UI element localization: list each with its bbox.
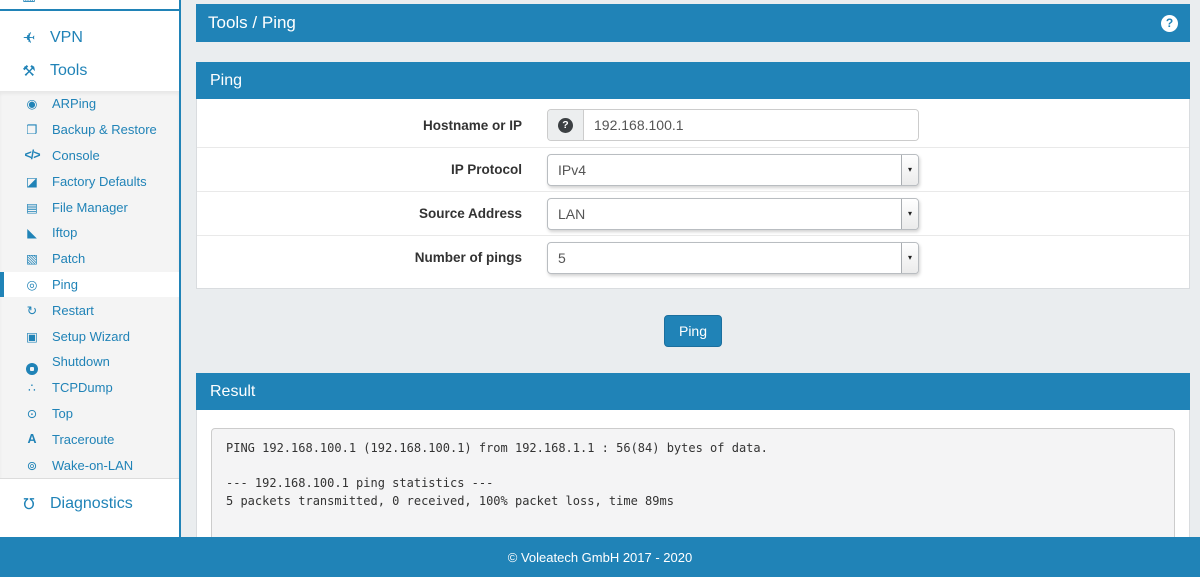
source-address-label: Source Address [197,206,522,221]
sidebar-item-factory-defaults[interactable]: ◪ Factory Defaults [0,168,179,194]
refresh-icon: ↻ [22,303,42,318]
question-circle-icon: ? [558,118,573,133]
sidebar-item-traceroute[interactable]: A Traceroute [0,426,179,452]
form-row-hostname: Hostname or IP ? [197,103,1189,147]
sidebar-item-label: Shutdown [52,354,110,369]
file-icon: ▤ [22,200,42,215]
sidebar-item-label: Restart [52,303,94,318]
dots-cluster-icon: ∴ [22,380,42,395]
copy-icon: ❐ [22,122,42,137]
sidebar-item-label: Diagnostics [50,495,133,513]
sidebar: ▦ Services ✈ VPN ⚒ Tools ◉ ARPing ❐ Back… [0,0,181,537]
ping-panel-header: Ping [196,62,1190,99]
caret-down-icon: ▾ [901,243,918,273]
sidebar-item-patch[interactable]: ▧ Patch [0,246,179,272]
sidebar-item-services[interactable]: ▦ Services [0,0,179,11]
sidebar-item-label: Setup Wizard [52,329,130,344]
sidebar-item-restart[interactable]: ↻ Restart [0,297,179,323]
sidebar-item-tcpdump[interactable]: ∴ TCPDump [0,375,179,401]
hostname-input[interactable] [584,110,918,140]
area-chart-icon: ◣ [22,225,42,240]
bullseye-icon: ◉ [22,96,42,111]
help-addon[interactable]: ? [548,110,584,140]
question-circle-icon[interactable]: ? [1161,15,1178,32]
sidebar-item-iftop[interactable]: ◣ Iftop [0,220,179,246]
app-window: ▦ Services ✈ VPN ⚒ Tools ◉ ARPing ❐ Back… [0,0,1200,537]
select-value: LAN [548,199,901,229]
sidebar-item-label: Backup & Restore [52,122,157,137]
page-header: Tools / Ping ? [196,4,1190,42]
sidebar-item-file-manager[interactable]: ▤ File Manager [0,194,179,220]
sidebar-item-vpn[interactable]: ✈ VPN [0,21,179,54]
plane-icon: ✈ [17,29,41,47]
eraser-icon: ◪ [22,174,42,189]
sidebar-item-label: Console [52,148,100,163]
copyright-text: © Voleatech GmbH 2017 - 2020 [508,550,692,565]
sidebar-item-tools[interactable]: ⚒ Tools [0,54,179,87]
sidebar-item-setup-wizard[interactable]: ▣ Setup Wizard [0,323,179,349]
number-of-pings-label: Number of pings [197,250,522,265]
select-value: 5 [548,243,901,273]
tools-submenu: ◉ ARPing ❐ Backup & Restore </> Console … [0,91,179,479]
sidebar-item-console[interactable]: </> Console [0,143,179,169]
ping-button[interactable]: Ping [664,315,722,347]
sidebar-item-label: Patch [52,251,85,266]
sidebar-item-label: VPN [50,29,83,47]
form-row-source-address: Source Address LAN ▾ [197,191,1189,235]
eye-icon: ⊙ [22,406,42,421]
source-address-select[interactable]: LAN ▾ [547,198,919,230]
panel-title: Ping [210,72,242,90]
code-icon: </> [22,148,42,162]
form-actions: Ping [196,289,1190,373]
ping-panel: Ping Hostname or IP ? IP Pro [196,62,1190,289]
sidebar-item-label: Tools [50,62,87,80]
sidebar-item-wake-on-lan[interactable]: ⊚ Wake-on-LAN [0,452,179,478]
sidebar-item-label: Factory Defaults [52,174,147,189]
sidebar-item-top[interactable]: ⊙ Top [0,401,179,427]
sidebar-item-label: Ping [52,277,78,292]
ip-protocol-select[interactable]: IPv4 ▾ [547,154,919,186]
hostname-label: Hostname or IP [197,118,522,133]
sidebar-item-label: File Manager [52,200,128,215]
stethoscope-icon: ℧ [17,495,41,513]
sidebar-item-diagnostics[interactable]: ℧ Diagnostics [0,488,179,521]
sidebar-item-shutdown[interactable]: Shutdown [0,349,179,375]
footer: © Voleatech GmbH 2017 - 2020 [0,537,1200,577]
main-content: Tools / Ping ? Ping Hostname or IP ? [181,0,1200,537]
result-body: PING 192.168.100.1 (192.168.100.1) from … [196,410,1190,537]
sidebar-item-backup-restore[interactable]: ❐ Backup & Restore [0,117,179,143]
sidebar-item-label: Top [52,406,73,421]
ping-output: PING 192.168.100.1 (192.168.100.1) from … [211,428,1175,537]
select-value: IPv4 [548,155,901,185]
sidebar-item-label: Services [50,0,111,4]
sidebar-item-ping[interactable]: ◎ Ping [0,272,179,298]
sidebar-item-label: Iftop [52,225,77,240]
grid-icon: ▦ [17,0,41,4]
sidebar-item-label: TCPDump [52,380,113,395]
route-icon: A [22,432,42,446]
result-panel-header: Result [196,373,1190,410]
form-row-ip-protocol: IP Protocol IPv4 ▾ [197,147,1189,191]
page-title: Tools / Ping [208,13,296,33]
caret-down-icon: ▾ [901,199,918,229]
sidebar-spacer [0,11,179,21]
sidebar-item-label: ARPing [52,96,96,111]
result-panel: Result PING 192.168.100.1 (192.168.100.1… [196,373,1190,537]
file-code-icon: ▧ [22,251,42,266]
gavel-icon: ⚒ [17,62,41,80]
target-icon: ◎ [22,277,42,292]
form-row-number-of-pings: Number of pings 5 ▾ [197,235,1189,279]
archive-box-icon: ▣ [22,329,42,344]
sidebar-item-arping[interactable]: ◉ ARPing [0,91,179,117]
caret-down-icon: ▾ [901,155,918,185]
panel-title: Result [210,383,255,401]
sidebar-item-label: Wake-on-LAN [52,458,133,473]
number-of-pings-select[interactable]: 5 ▾ [547,242,919,274]
hostname-input-group: ? [547,109,919,141]
ip-protocol-label: IP Protocol [197,162,522,177]
ping-form: Hostname or IP ? IP Protocol [196,99,1190,289]
rings-icon: ⊚ [22,458,42,473]
sidebar-item-label: Traceroute [52,432,114,447]
